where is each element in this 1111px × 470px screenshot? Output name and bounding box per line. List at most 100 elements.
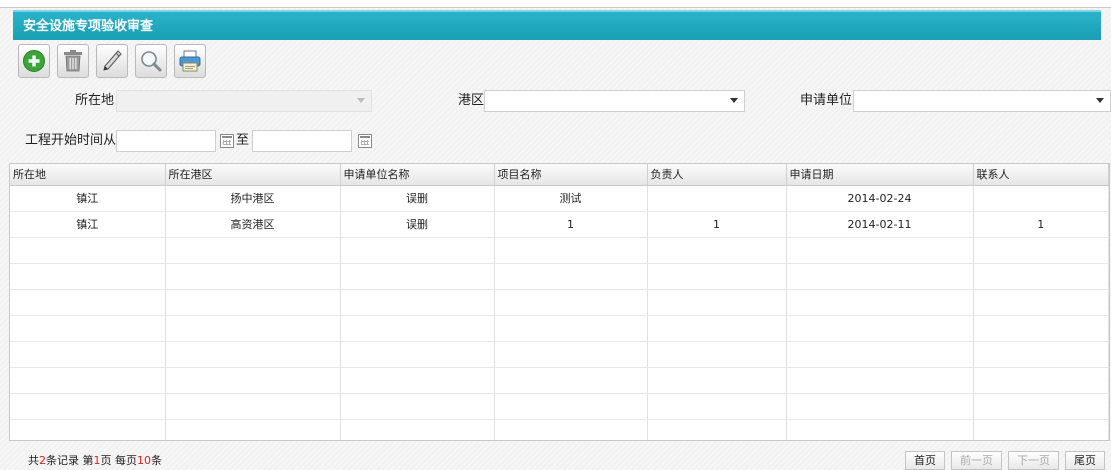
last-page-button[interactable]: 尾页 [1065,451,1105,470]
add-button[interactable] [18,44,50,78]
table-cell [494,419,648,440]
start-from-input[interactable] [116,130,216,152]
trash-icon [64,50,82,72]
chevron-down-icon [1096,98,1104,103]
table-cell: 镇江 [10,185,166,212]
table-cell [494,263,648,290]
top-rule [0,0,1111,8]
table-cell [165,263,341,290]
table-cell [10,315,166,342]
location-select[interactable] [116,90,372,112]
table-body: 镇江 扬中港区 误删 测试 2014-02-24 镇江 高资港区 误删 1 1 2014-02-11… [10,185,1109,440]
to-input[interactable] [252,130,352,152]
table-cell [10,393,166,420]
table-cell [494,341,648,368]
page-info-text: 条 [151,454,162,467]
table-cell [647,315,787,342]
table-header-row: 所在地 所在港区 申请单位名称 项目名称 负责人 申请日期 联系人 [10,164,1109,186]
table-cell [973,367,1109,394]
table-cell [973,237,1109,264]
table-cell [973,185,1109,212]
table-cell: 误删 [340,211,495,238]
start-from-label: 工程开始时间从 [24,133,116,148]
table-cell: 2014-02-24 [786,185,974,212]
page-info: 共2条记录 第1页 每页10条 [28,452,162,468]
table-cell [494,289,648,316]
table-cell [10,289,166,316]
page-info-text: 页 每页 [100,454,138,467]
table-cell [340,419,495,440]
table-cell [10,341,166,368]
current-page: 1 [93,454,101,467]
start-from-text[interactable] [121,131,215,151]
empty-row [10,237,1109,264]
next-page-button[interactable]: 下一页 [1008,451,1059,470]
table-cell [647,237,787,264]
table-cell [647,393,787,420]
table-cell [340,289,495,316]
table-cell: 误删 [340,185,495,212]
column-header[interactable]: 申请日期 [786,164,974,186]
table-cell [165,367,341,394]
table-cell [973,289,1109,316]
table-cell [973,393,1109,420]
column-header[interactable]: 联系人 [973,164,1109,186]
table-cell [973,315,1109,342]
footer: 共2条记录 第1页 每页10条 首页 前一页 下一页 尾页 [0,441,1111,470]
table-cell [786,367,974,394]
to-text[interactable] [257,131,351,151]
table-row[interactable]: 镇江 扬中港区 误删 测试 2014-02-24 [10,185,1109,212]
per-page-count: 10 [137,454,151,467]
table-cell [786,263,974,290]
column-header[interactable]: 所在地 [10,164,166,186]
chevron-down-icon [357,98,365,103]
table-cell [786,237,974,264]
table-cell [973,341,1109,368]
column-header[interactable]: 负责人 [647,164,787,186]
search-button[interactable] [135,44,167,78]
table-cell [647,341,787,368]
applicant-select[interactable] [853,90,1111,112]
calendar-icon[interactable] [220,134,234,148]
table-cell [786,393,974,420]
table-cell [10,237,166,264]
edit-button[interactable] [96,44,128,78]
data-table: 所在地 所在港区 申请单位名称 项目名称 负责人 申请日期 联系人 镇江 扬中港区… [10,164,1109,440]
port-select[interactable] [484,90,745,112]
table-cell [165,341,341,368]
add-icon [23,50,45,72]
table-cell [494,315,648,342]
column-header[interactable]: 项目名称 [494,164,648,186]
table-cell: 高资港区 [165,211,341,238]
prev-page-button[interactable]: 前一页 [951,451,1002,470]
table-cell [786,315,974,342]
table-cell [973,263,1109,290]
table-cell [10,263,166,290]
table-cell [165,289,341,316]
page-info-text: 共 [28,454,39,467]
first-page-button[interactable]: 首页 [905,451,945,470]
table-cell [340,315,495,342]
table-cell [786,341,974,368]
table-cell [647,419,787,440]
printer-icon [179,50,201,72]
table-cell [647,367,787,394]
column-header[interactable]: 申请单位名称 [340,164,495,186]
print-button[interactable] [174,44,206,78]
table-cell: 1 [647,211,787,238]
table-cell [340,237,495,264]
applicant-label: 申请单位 [799,93,852,108]
table-cell [973,419,1109,440]
table-cell: 1 [973,211,1109,238]
table-cell [786,419,974,440]
table-cell [340,367,495,394]
calendar-icon[interactable] [358,134,372,148]
empty-row [10,289,1109,316]
empty-row [10,341,1109,368]
column-header[interactable]: 所在港区 [165,164,341,186]
table-cell [340,341,495,368]
delete-button[interactable] [57,44,89,78]
table-row[interactable]: 镇江 高资港区 误删 1 1 2014-02-11 1 [10,211,1109,238]
empty-row [10,393,1109,420]
chevron-down-icon [730,98,738,103]
